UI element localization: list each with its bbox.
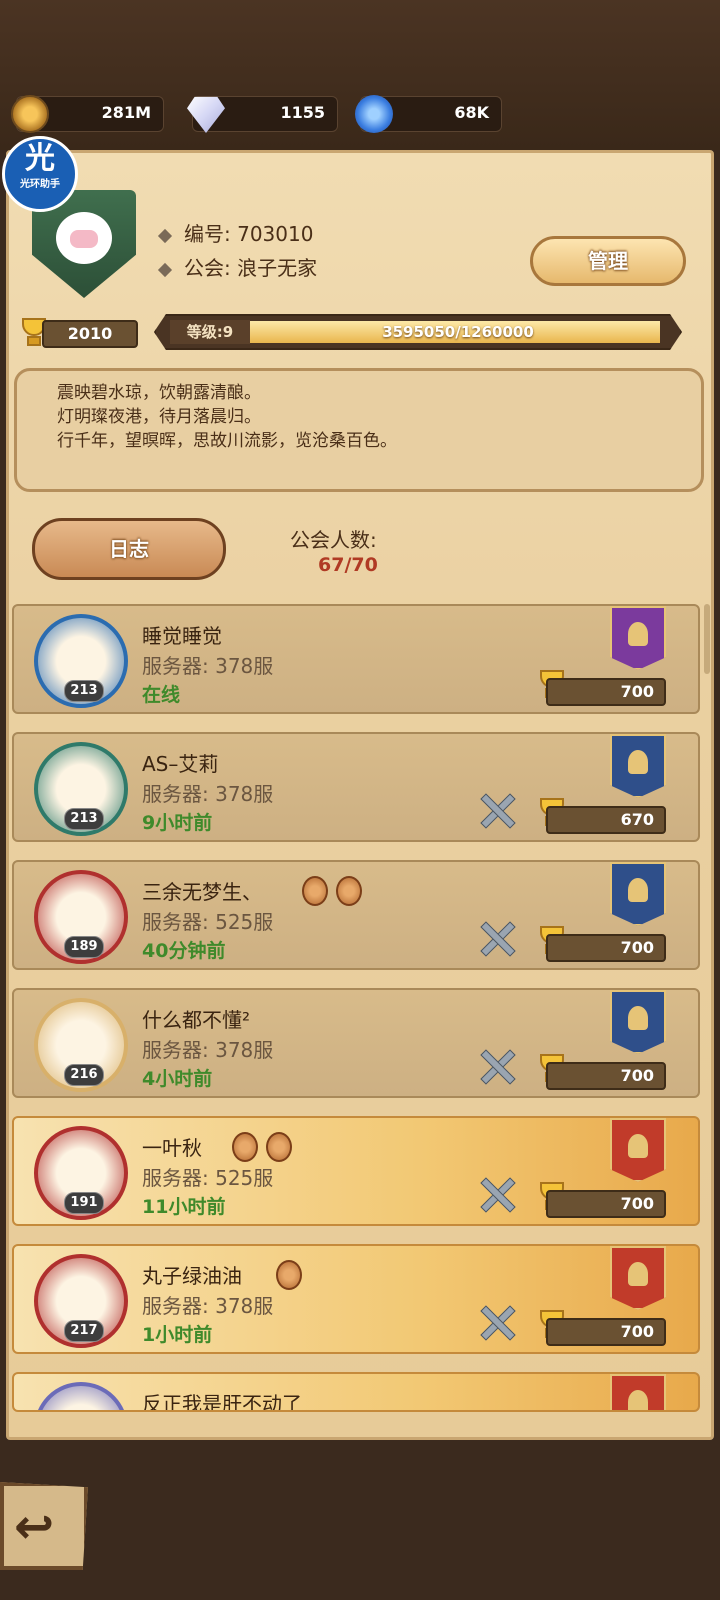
watermark-char: 光: [25, 141, 55, 176]
member-name: 一叶秋: [142, 1136, 202, 1160]
crossed-swords-icon: [476, 918, 516, 958]
guild-motto: 震映碧水琼，饮朝露清酿。 灯明璨夜港，待月落晨归。 行千年，望暝晖，思故川流影，…: [14, 368, 704, 492]
member-name: 三余无梦生、: [142, 880, 262, 904]
watermark-text: 光环助手: [20, 179, 60, 190]
log-button[interactable]: 日志: [32, 518, 226, 580]
member-card[interactable]: 191 一叶秋服务器: 525服 11小时前 700: [12, 1116, 700, 1226]
diamond-icon: [187, 96, 225, 133]
member-server: 服务器: 378服: [142, 1294, 274, 1318]
crossed-swords-icon: [476, 790, 516, 830]
guild-name: 公会: 浪子无家: [157, 252, 318, 281]
member-trophies: 700: [546, 934, 666, 962]
member-status: 40分钟前: [142, 940, 226, 962]
member-card[interactable]: 213 睡觉睡觉服务器: 378服 在线 700: [12, 604, 700, 714]
member-name: AS–艾莉: [142, 752, 219, 776]
member-level: 189: [64, 936, 104, 958]
member-name: 什么都不懂²: [142, 1008, 251, 1032]
member-trophies: 670: [546, 806, 666, 834]
back-button[interactable]: ↩: [0, 1482, 88, 1570]
gold-coin-icon: [11, 95, 49, 133]
member-name: 反正我是肝不动了: [142, 1392, 302, 1412]
member-status: 4小时前: [142, 1068, 213, 1090]
member-name: 睡觉睡觉: [142, 624, 222, 648]
motto-line: 震映碧水琼，饮朝露清酿。: [57, 383, 261, 403]
badge-icon: [276, 1260, 302, 1290]
member-trophies: 700: [546, 678, 666, 706]
crossed-swords-icon: [476, 1174, 516, 1214]
badge-icon: [232, 1132, 258, 1162]
scrollbar[interactable]: [704, 604, 710, 674]
members-count: 67/70: [318, 554, 378, 576]
guild-id-text: 编号: 703010: [184, 222, 314, 246]
bottom-bar: [0, 1440, 720, 1600]
rank-banner-icon: [610, 1374, 666, 1410]
member-server: 服务器: 378服: [142, 782, 274, 806]
member-server: 服务器: 525服: [142, 910, 274, 934]
rank-banner-icon: [610, 1246, 666, 1310]
badge-icon: [266, 1132, 292, 1162]
member-level: 216: [64, 1064, 104, 1086]
back-arrow-icon: ↩: [14, 1499, 55, 1555]
gold-amount: 281M: [101, 103, 151, 122]
member-trophies: 700: [546, 1062, 666, 1090]
member-level: 217: [64, 1320, 104, 1342]
badge-icon: [336, 876, 362, 906]
rank-banner-icon: [610, 606, 666, 670]
manage-button[interactable]: 管理: [530, 236, 686, 286]
rank-banner-icon: [610, 862, 666, 926]
member-status: 在线: [142, 684, 181, 706]
member-name: 丸子绿油油: [142, 1264, 242, 1288]
rank-banner-icon: [610, 990, 666, 1054]
diamond-amount: 1155: [280, 103, 325, 122]
member-status: 9小时前: [142, 812, 213, 834]
member-card[interactable]: 213 AS–艾莉服务器: 378服 9小时前 670: [12, 732, 700, 842]
rank-banner-icon: [610, 1118, 666, 1182]
gold-currency[interactable]: 281M: [11, 95, 164, 133]
guild-name-text: 公会: 浪子无家: [184, 256, 318, 280]
member-status: 1小时前: [142, 1324, 213, 1346]
diamond-currency[interactable]: 1155: [187, 96, 338, 133]
guild-id: 编号: 703010: [157, 218, 314, 247]
guild-trophies: 2010: [42, 320, 138, 348]
diamond-bullet-icon: [157, 228, 173, 244]
exp-text: 3595050/1260000: [382, 323, 534, 341]
member-trophies: 700: [546, 1318, 666, 1346]
member-level: 213: [64, 680, 104, 702]
motto-line: 灯明璨夜港，待月落晨归。: [57, 407, 261, 427]
member-card[interactable]: 反正我是肝不动了: [12, 1372, 700, 1412]
motto-line: 行千年，望暝晖，思故川流影，览沧桑百色。: [57, 431, 397, 451]
member-card[interactable]: 217 丸子绿油油服务器: 378服 1小时前 700: [12, 1244, 700, 1354]
member-server: 服务器: 378服: [142, 654, 274, 678]
member-server: 服务器: 378服: [142, 1038, 274, 1062]
crossed-swords-icon: [476, 1302, 516, 1342]
orb-currency[interactable]: 68K: [355, 95, 502, 133]
rank-banner-icon: [610, 734, 666, 798]
badge-icon: [302, 876, 328, 906]
member-status: 11小时前: [142, 1196, 226, 1218]
member-level: 191: [64, 1192, 104, 1214]
member-level: 213: [64, 808, 104, 830]
guild-level: 等级:9: [170, 320, 250, 344]
orb-amount: 68K: [454, 103, 489, 122]
members-label: 公会人数:: [290, 528, 377, 552]
diamond-bullet-icon: [157, 262, 173, 278]
watermark-logo: 光 光环助手: [2, 136, 78, 212]
member-trophies: 700: [546, 1190, 666, 1218]
member-card[interactable]: 216 什么都不懂² 服务器: 378服 4小时前 700: [12, 988, 700, 1098]
member-card[interactable]: 189 三余无梦生、 服务器: 525服 40分钟前 700: [12, 860, 700, 970]
blue-orb-icon: [355, 95, 393, 133]
guild-level-bar: 等级:9 3595050/1260000: [154, 314, 682, 350]
crossed-swords-icon: [476, 1046, 516, 1086]
member-avatar[interactable]: [34, 1382, 128, 1410]
member-server: 服务器: 525服: [142, 1166, 274, 1190]
